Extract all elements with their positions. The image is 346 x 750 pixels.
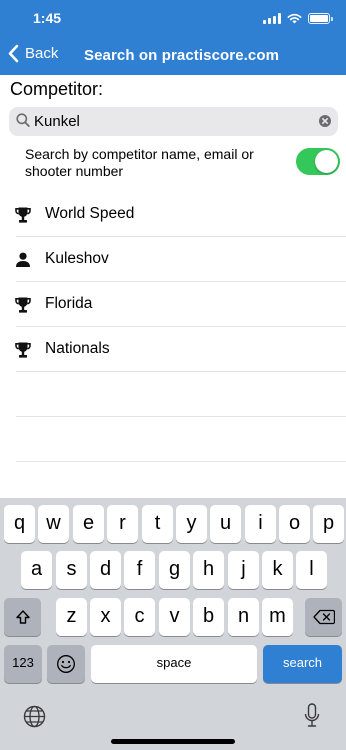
list-item[interactable]: World Speed <box>0 192 346 237</box>
list-item[interactable]: Nationals <box>0 327 346 372</box>
chevron-left-icon <box>8 44 19 63</box>
list-item-label: Nationals <box>45 340 110 357</box>
navigation-bar: Back Search on practiscore.com <box>0 38 346 75</box>
toggle-knob <box>315 150 338 173</box>
delete-icon <box>312 609 335 625</box>
wifi-icon <box>287 13 302 23</box>
key-t[interactable]: t <box>142 505 173 543</box>
person-icon <box>16 252 30 267</box>
key-l[interactable]: l <box>296 551 327 589</box>
status-icons <box>263 11 333 25</box>
search-icon <box>16 113 30 127</box>
key-y[interactable]: y <box>176 505 207 543</box>
status-bar: 1:45 <box>0 0 346 38</box>
search-key[interactable]: search <box>263 645 342 683</box>
key-q[interactable]: q <box>4 505 35 543</box>
globe-icon[interactable] <box>23 705 46 728</box>
clear-icon[interactable] <box>319 115 331 127</box>
key-h[interactable]: h <box>193 551 224 589</box>
key-g[interactable]: g <box>159 551 190 589</box>
key-n[interactable]: n <box>228 598 259 636</box>
key-c[interactable]: c <box>124 598 155 636</box>
key-a[interactable]: a <box>21 551 52 589</box>
key-j[interactable]: j <box>228 551 259 589</box>
page-title: Search on practiscore.com <box>84 47 280 64</box>
key-p[interactable]: p <box>313 505 344 543</box>
trophy-icon <box>15 297 31 313</box>
key-e[interactable]: e <box>73 505 104 543</box>
divider <box>16 416 346 417</box>
key-b[interactable]: b <box>193 598 224 636</box>
key-m[interactable]: m <box>262 598 293 636</box>
shift-key[interactable] <box>4 598 41 636</box>
key-i[interactable]: i <box>245 505 276 543</box>
list-item-label: Florida <box>45 295 93 312</box>
numbers-key[interactable]: 123 <box>4 645 42 683</box>
search-input[interactable] <box>34 112 304 131</box>
search-mode-label: Search by competitor name, email or shoo… <box>25 146 254 179</box>
space-key[interactable]: space <box>91 645 257 683</box>
trophy-icon <box>15 342 31 358</box>
key-u[interactable]: u <box>210 505 241 543</box>
back-label: Back <box>25 45 59 62</box>
key-z[interactable]: z <box>56 598 87 636</box>
list-item[interactable]: Kuleshov <box>0 237 346 282</box>
emoji-icon <box>57 655 75 673</box>
microphone-icon[interactable] <box>304 703 320 729</box>
search-bar[interactable] <box>9 107 338 136</box>
list-item-label: Kuleshov <box>45 250 109 267</box>
key-f[interactable]: f <box>124 551 155 589</box>
search-mode-toggle[interactable] <box>296 148 340 175</box>
cellular-signal-icon <box>263 12 281 24</box>
key-v[interactable]: v <box>159 598 190 636</box>
key-w[interactable]: w <box>38 505 69 543</box>
list-item-label: World Speed <box>45 205 135 222</box>
divider <box>16 461 346 462</box>
key-r[interactable]: r <box>107 505 138 543</box>
divider <box>16 371 346 372</box>
battery-icon <box>308 12 333 24</box>
back-button[interactable]: Back <box>8 44 58 63</box>
delete-key[interactable] <box>305 598 342 636</box>
list-item[interactable]: Florida <box>0 282 346 327</box>
app-header: 1:45 Back Search on practiscore.com <box>0 0 346 75</box>
key-o[interactable]: o <box>279 505 310 543</box>
trophy-icon <box>15 207 31 223</box>
emoji-key[interactable] <box>47 645 85 683</box>
home-indicator <box>111 739 235 744</box>
keyboard: q w e r t y u i o p a s d f g h j k l z … <box>0 498 346 750</box>
shift-icon <box>15 610 30 624</box>
key-s[interactable]: s <box>56 551 87 589</box>
key-k[interactable]: k <box>262 551 293 589</box>
key-x[interactable]: x <box>90 598 121 636</box>
competitor-label: Competitor: <box>10 79 104 99</box>
status-time: 1:45 <box>33 10 62 26</box>
key-d[interactable]: d <box>90 551 121 589</box>
